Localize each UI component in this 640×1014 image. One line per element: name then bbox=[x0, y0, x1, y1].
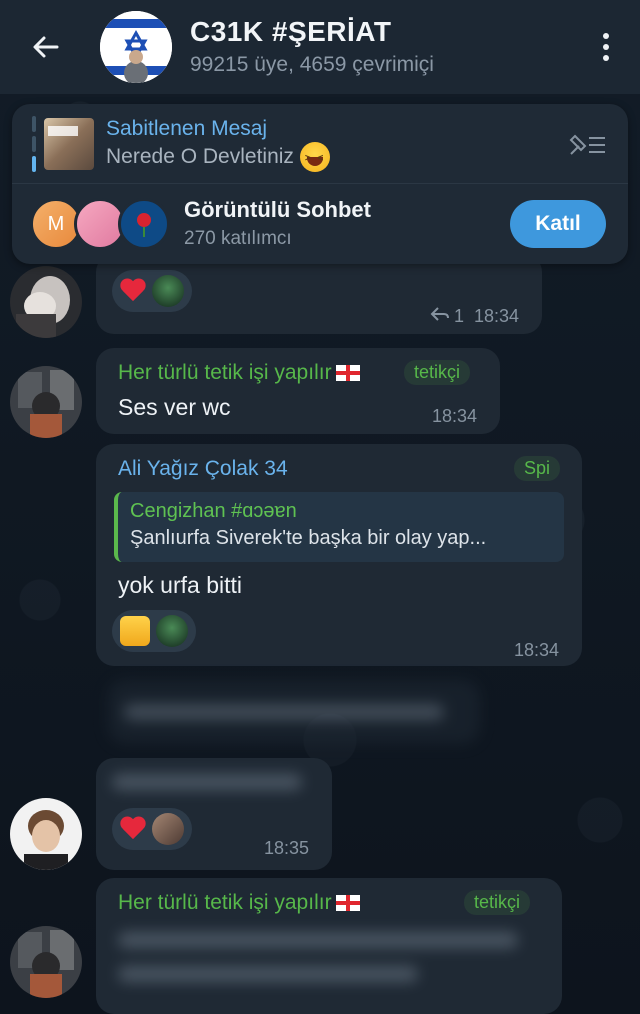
pinned-panel: Sabitlenen Mesaj Nerede O Devletiniz M G… bbox=[12, 104, 628, 264]
message-bubble[interactable]: Her türlü tetik işi yapılır tetikçi Ses … bbox=[96, 348, 500, 434]
message-text: Ses ver wc bbox=[118, 394, 231, 420]
reply-arrow-icon bbox=[430, 307, 449, 321]
pin-indicator bbox=[32, 115, 36, 172]
join-button[interactable]: Katıl bbox=[510, 200, 606, 248]
reaction-heart[interactable] bbox=[112, 270, 192, 312]
group-avatar[interactable] bbox=[100, 11, 172, 83]
back-button[interactable] bbox=[22, 23, 70, 71]
member-count: 99215 üye, 4659 çevrimiçi bbox=[190, 53, 434, 76]
sender-tag: tetikçi bbox=[464, 890, 531, 915]
georgia-flag-icon bbox=[335, 365, 360, 381]
rose-avatar bbox=[118, 198, 170, 250]
quote-sender: Cengizhan #ɑɔəɐn bbox=[130, 500, 297, 522]
message-bubble[interactable]: 1 18:34 bbox=[96, 254, 542, 334]
message-bubble[interactable]: 18:35 bbox=[96, 758, 332, 870]
reaction-heart[interactable] bbox=[112, 808, 192, 850]
participant-avatars: M bbox=[30, 198, 170, 250]
georgia-flag-icon bbox=[335, 895, 360, 911]
message-time: 18:35 bbox=[264, 838, 310, 858]
sender-avatar[interactable] bbox=[10, 266, 82, 338]
kebab-dot-icon bbox=[603, 44, 609, 50]
more-menu-button[interactable] bbox=[590, 23, 622, 71]
thumbs-up-icon bbox=[120, 616, 150, 646]
participant-count: 270 katılımcı bbox=[184, 228, 292, 249]
reply-quote[interactable]: Cengizhan #ɑɔəɐn Şanlıurfa Siverek'te ba… bbox=[114, 492, 564, 562]
group-title[interactable]: C31K #ŞERİAT bbox=[190, 15, 590, 49]
video-chat-bar[interactable]: M Görüntülü Sohbet 270 katılımcı Katıl bbox=[12, 184, 628, 264]
message-text: yok urfa bitti bbox=[118, 572, 242, 598]
message-time: 18:34 bbox=[514, 640, 560, 660]
pinned-title: Sabitlenen Mesaj bbox=[106, 116, 268, 140]
message-time: 18:34 bbox=[432, 406, 478, 426]
sender-name[interactable]: Her türlü tetik işi yapılır bbox=[118, 360, 360, 386]
sender-name[interactable]: Her türlü tetik işi yapılır bbox=[118, 890, 360, 916]
reaction-thumbs-up[interactable] bbox=[112, 610, 196, 652]
sender-name[interactable]: Ali Yağız Çolak 34 bbox=[118, 456, 288, 482]
heart-icon bbox=[120, 817, 146, 841]
sender-tag: tetikçi bbox=[404, 360, 471, 385]
reply-count[interactable]: 1 bbox=[454, 306, 464, 327]
pinned-thumbnail bbox=[44, 117, 94, 170]
israel-flag-avatar bbox=[100, 11, 172, 83]
sender-tag: Spi bbox=[514, 456, 561, 481]
heart-icon bbox=[120, 279, 146, 303]
chat-header: C31K #ŞERİAT 99215 üye, 4659 çevrimiçi bbox=[0, 0, 640, 94]
pin-list-icon bbox=[569, 134, 605, 155]
sender-avatar[interactable] bbox=[10, 366, 82, 438]
message-bubble-blurred bbox=[108, 680, 480, 744]
pinned-list-button[interactable] bbox=[566, 124, 610, 164]
kebab-dot-icon bbox=[603, 33, 609, 39]
reactor-avatar bbox=[152, 275, 184, 307]
sender-avatar[interactable] bbox=[10, 926, 82, 998]
quote-text: Şanlıurfa Siverek'te başka bir olay yap.… bbox=[130, 527, 487, 549]
reactor-avatar bbox=[152, 813, 184, 845]
video-chat-title: Görüntülü Sohbet bbox=[184, 197, 371, 222]
arrow-left-icon bbox=[33, 36, 59, 58]
pinned-message-bar[interactable]: Sabitlenen Mesaj Nerede O Devletiniz bbox=[12, 104, 628, 184]
message-bubble[interactable]: Ali Yağız Çolak 34 Spi Cengizhan #ɑɔəɐn … bbox=[96, 444, 582, 666]
message-time: 18:34 bbox=[474, 306, 520, 326]
laughing-emoji-icon bbox=[299, 141, 330, 174]
message-bubble[interactable]: Her türlü tetik işi yapılır tetikçi bbox=[96, 878, 562, 1014]
sender-avatar[interactable] bbox=[10, 798, 82, 870]
kebab-dot-icon bbox=[603, 55, 609, 61]
reactor-avatar bbox=[156, 615, 188, 647]
pinned-text: Nerede O Devletiniz bbox=[106, 141, 566, 174]
